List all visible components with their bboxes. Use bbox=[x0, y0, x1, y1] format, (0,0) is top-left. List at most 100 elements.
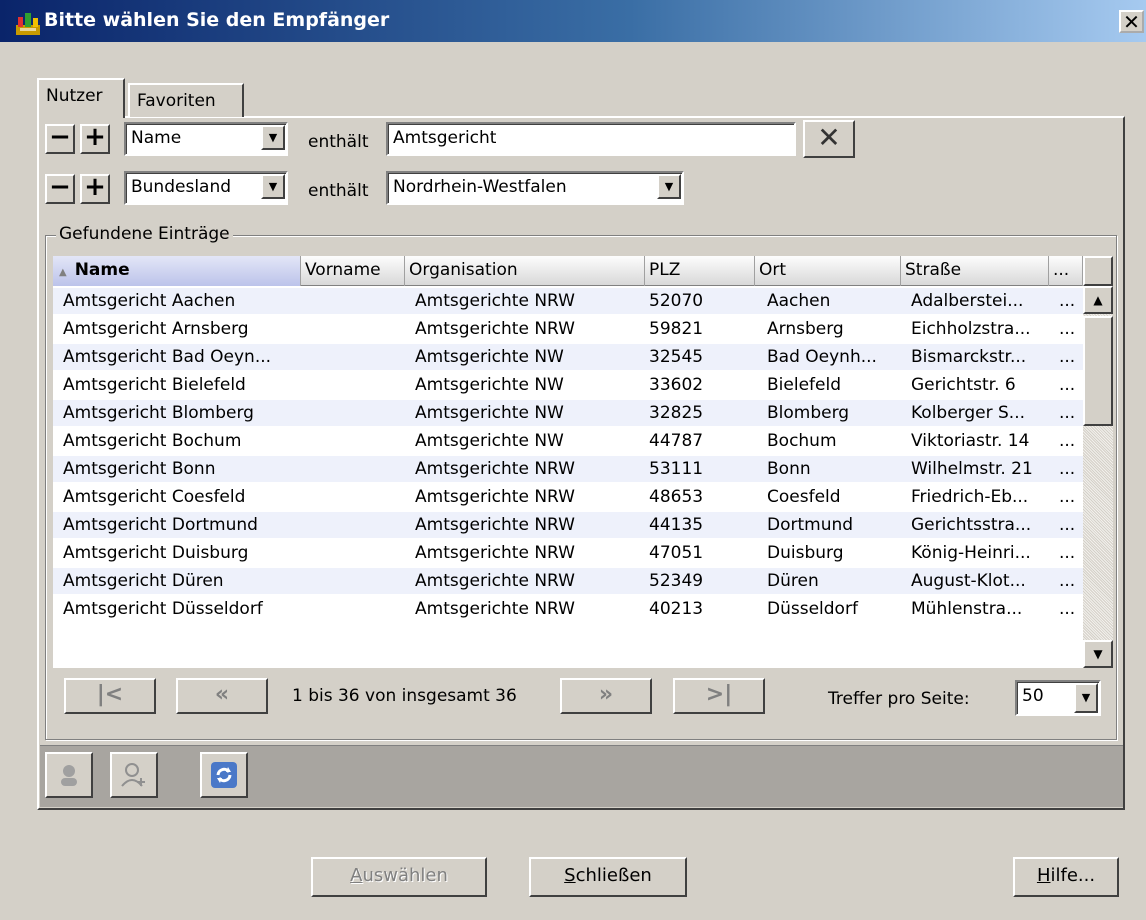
table-row[interactable]: Amtsgericht Bochum Amtsgerichte NW 44787 Bo… bbox=[53, 428, 1083, 454]
cell-strasse: Gerichtstr. 6 bbox=[911, 375, 1016, 395]
filter-operator: enthält bbox=[308, 181, 369, 201]
sort-asc-icon: ▲ bbox=[59, 267, 67, 278]
table-row[interactable]: Amtsgericht Aachen Amtsgerichte NRW 52070 A… bbox=[53, 288, 1083, 314]
close-window-button[interactable]: ✕ bbox=[1119, 10, 1144, 33]
column-header-name[interactable]: ▲ Name bbox=[53, 256, 301, 286]
column-header-vorname[interactable]: Vorname bbox=[301, 256, 405, 286]
filter-field-select[interactable]: Name ▼ bbox=[124, 122, 288, 156]
add-filter-button[interactable]: + bbox=[80, 124, 110, 154]
cell-ort: Arnsberg bbox=[767, 319, 844, 339]
cell-name: Amtsgericht Aachen bbox=[63, 291, 236, 311]
add-user-icon bbox=[121, 763, 145, 787]
cell-name: Amtsgericht Duisburg bbox=[63, 543, 249, 563]
table-row[interactable]: Amtsgericht Bad Oeyn... Amtsgerichte NW 32… bbox=[53, 344, 1083, 370]
table-row[interactable]: Amtsgericht Coesfeld Amtsgerichte NRW 4865… bbox=[53, 484, 1083, 510]
cell-strasse: Adalberstei... bbox=[911, 291, 1024, 311]
cell-plz: 33602 bbox=[649, 375, 704, 395]
cell-name: Amtsgericht Arnsberg bbox=[63, 319, 249, 339]
cell-strasse: August-Klot... bbox=[911, 571, 1026, 591]
chevron-down-icon[interactable]: ▼ bbox=[261, 125, 285, 150]
cell-organisation: Amtsgerichte NW bbox=[415, 403, 564, 423]
cell-plz: 32545 bbox=[649, 347, 704, 367]
chevron-down-icon[interactable]: ▼ bbox=[657, 174, 681, 199]
chevron-down-icon[interactable]: ▼ bbox=[1074, 683, 1098, 713]
chevron-down-icon[interactable]: ▼ bbox=[261, 174, 285, 199]
clear-icon: ✕ bbox=[817, 121, 841, 154]
scroll-up-icon[interactable]: ▲ bbox=[1083, 286, 1113, 314]
tab-favoriten[interactable]: Favoriten bbox=[128, 83, 244, 117]
column-header-ort[interactable]: Ort bbox=[755, 256, 901, 286]
results-group-title: Gefundene Einträge bbox=[56, 224, 233, 244]
table-header: ▲ Name Vorname Organisation PLZ Ort Straß… bbox=[53, 256, 1083, 286]
first-page-button[interactable]: |< bbox=[64, 678, 156, 714]
filter-value-select[interactable]: Nordrhein-Westfalen ▼ bbox=[386, 171, 684, 205]
table-row[interactable]: Amtsgericht Dortmund Amtsgerichte NRW 4413… bbox=[53, 512, 1083, 538]
cell-more: ... bbox=[1059, 375, 1076, 395]
cell-plz: 48653 bbox=[649, 487, 704, 507]
cell-plz: 59821 bbox=[649, 319, 704, 339]
column-header-more[interactable]: ... bbox=[1049, 256, 1083, 286]
column-header-plz[interactable]: PLZ bbox=[645, 256, 755, 286]
refresh-icon bbox=[211, 762, 237, 788]
cell-more: ... bbox=[1059, 319, 1076, 339]
cell-more: ... bbox=[1059, 487, 1076, 507]
cell-strasse: Gerichtsstra... bbox=[911, 515, 1032, 535]
vertical-scrollbar[interactable]: ▲ ▼ bbox=[1083, 286, 1113, 668]
cell-organisation: Amtsgerichte NW bbox=[415, 431, 564, 451]
table-row[interactable]: Amtsgericht Bielefeld Amtsgerichte NW 3360… bbox=[53, 372, 1083, 398]
cell-organisation: Amtsgerichte NRW bbox=[415, 319, 575, 339]
cell-ort: Bad Oeynh... bbox=[767, 347, 877, 367]
filter-value-text: Nordrhein-Westfalen bbox=[393, 177, 567, 197]
app-icon bbox=[16, 13, 40, 35]
table-row[interactable]: Amtsgericht Bonn Amtsgerichte NRW 53111 Bon… bbox=[53, 456, 1083, 482]
cell-strasse: Kolberger S... bbox=[911, 403, 1026, 423]
cell-plz: 52349 bbox=[649, 571, 704, 591]
cell-ort: Blomberg bbox=[767, 403, 850, 423]
cell-strasse: Bismarckstr... bbox=[911, 347, 1027, 367]
last-page-icon: >| bbox=[705, 682, 733, 707]
remove-filter-button[interactable]: − bbox=[45, 174, 75, 204]
remove-filter-button[interactable]: − bbox=[45, 124, 75, 154]
scroll-thumb[interactable] bbox=[1083, 316, 1113, 426]
cell-name: Amtsgericht Dortmund bbox=[63, 515, 258, 535]
refresh-button[interactable] bbox=[200, 752, 248, 798]
clear-filter-button[interactable]: ✕ bbox=[803, 120, 855, 158]
filter-field-select[interactable]: Bundesland ▼ bbox=[124, 171, 288, 205]
cell-name: Amtsgericht Bad Oeyn... bbox=[63, 347, 272, 367]
cell-strasse: König-Heinri... bbox=[911, 543, 1031, 563]
close-button[interactable]: Schließen bbox=[529, 857, 687, 897]
table-row[interactable]: Amtsgericht Düren Amtsgerichte NRW 52349 Dü… bbox=[53, 568, 1083, 594]
filter-field-value: Name bbox=[131, 128, 182, 148]
cell-organisation: Amtsgerichte NRW bbox=[415, 543, 575, 563]
cell-ort: Aachen bbox=[767, 291, 831, 311]
filter-value-input[interactable]: Amtsgericht bbox=[386, 122, 796, 156]
cell-ort: Düren bbox=[767, 571, 819, 591]
add-user-button[interactable] bbox=[110, 752, 158, 798]
table-row[interactable]: Amtsgericht Duisburg Amtsgerichte NRW 4705… bbox=[53, 540, 1083, 566]
column-header-strasse[interactable]: Straße bbox=[901, 256, 1049, 286]
cell-strasse: Eichholzstra... bbox=[911, 319, 1031, 339]
per-page-label: Treffer pro Seite: bbox=[828, 689, 970, 709]
add-filter-button[interactable]: + bbox=[80, 174, 110, 204]
last-page-button[interactable]: >| bbox=[673, 678, 765, 714]
per-page-select[interactable]: 50 ▼ bbox=[1015, 680, 1101, 716]
previous-page-button[interactable]: « bbox=[176, 678, 268, 714]
next-page-button[interactable]: » bbox=[560, 678, 652, 714]
cell-name: Amtsgericht Coesfeld bbox=[63, 487, 246, 507]
user-details-button[interactable] bbox=[45, 752, 93, 798]
table-row[interactable]: Amtsgericht Arnsberg Amtsgerichte NRW 5982… bbox=[53, 316, 1083, 342]
table-row[interactable]: Amtsgericht Düsseldorf Amtsgerichte NRW 40… bbox=[53, 596, 1083, 622]
cell-plz: 44787 bbox=[649, 431, 704, 451]
cell-more: ... bbox=[1059, 403, 1076, 423]
per-page-value: 50 bbox=[1022, 686, 1044, 706]
scroll-down-icon[interactable]: ▼ bbox=[1083, 640, 1113, 668]
select-button[interactable]: Auswählen bbox=[311, 857, 487, 897]
filter-value-text: Amtsgericht bbox=[393, 128, 497, 148]
tab-nutzer[interactable]: Nutzer bbox=[37, 78, 125, 118]
column-header-organisation[interactable]: Organisation bbox=[405, 256, 645, 286]
table-row[interactable]: Amtsgericht Blomberg Amtsgerichte NW 32825… bbox=[53, 400, 1083, 426]
help-button[interactable]: Hilfe... bbox=[1013, 857, 1119, 897]
cell-more: ... bbox=[1059, 571, 1076, 591]
column-chooser-button[interactable] bbox=[1083, 256, 1113, 286]
cell-name: Amtsgericht Bonn bbox=[63, 459, 216, 479]
